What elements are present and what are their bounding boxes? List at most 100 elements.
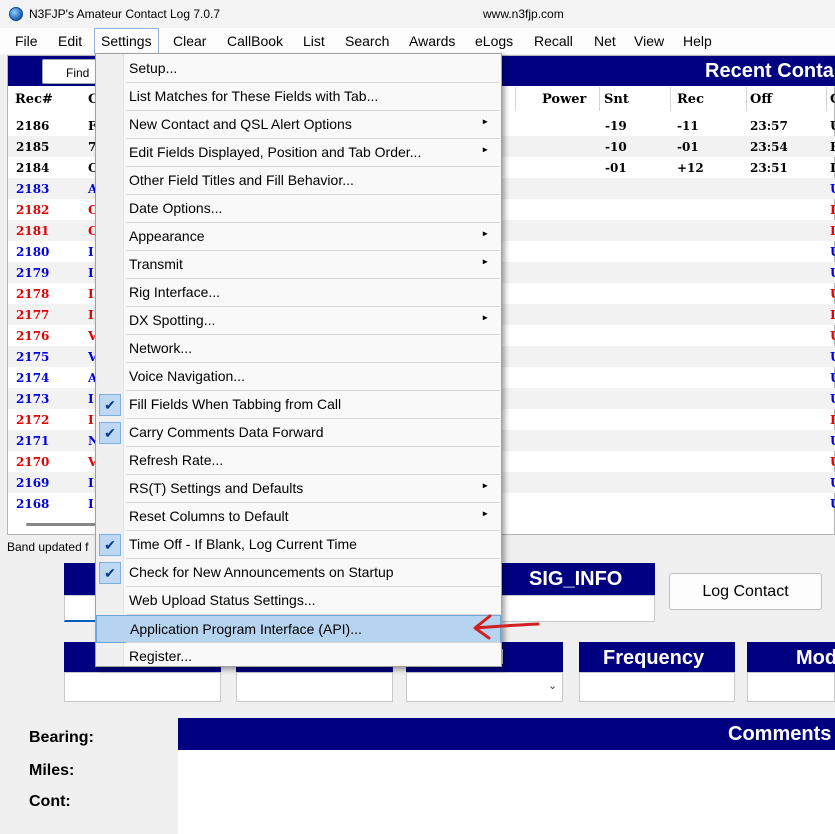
menu-item-list-matches-for-these-fields-with-tab[interactable]: List Matches for These Fields with Tab..… [96,83,501,111]
window-title: N3FJP's Amateur Contact Log 7.0.7 [29,7,221,21]
horizontal-scrollbar[interactable] [26,523,96,526]
cell-rec: 2185 [16,140,50,154]
menu-item-voice-navigation[interactable]: Voice Navigation... [96,363,501,391]
submenu-arrow-icon: ▶ [482,510,488,518]
menu-item-rs-t-settings-and-defaults[interactable]: RS(T) Settings and Defaults ▶ [96,475,501,503]
cell-country: U [830,245,835,259]
menu-item-label: Voice Navigation... [129,368,245,384]
menu-item-date-options[interactable]: Date Options... [96,195,501,223]
column-header-snt[interactable]: Snt [604,92,629,107]
cell-rec-report: -01 [677,140,699,154]
column-header-country[interactable]: C [830,92,835,107]
column-header-rec[interactable]: Rec# [15,92,53,107]
checkmark-icon: ✔ [99,422,121,444]
submenu-arrow-icon: ▶ [482,258,488,266]
frequency-field[interactable] [579,672,735,702]
field-2[interactable] [236,672,393,702]
submenu-arrow-icon: ▶ [482,118,488,126]
submenu-arrow-icon: ▶ [482,230,488,238]
menu-recall[interactable]: Recall [534,33,573,49]
menu-list[interactable]: List [303,33,325,49]
menu-item-network[interactable]: Network... [96,335,501,363]
column-header-rec-report[interactable]: Rec [677,92,704,107]
menu-awards[interactable]: Awards [409,33,455,49]
cell-country: U [830,392,835,406]
menu-item-register[interactable]: Register... [96,643,501,671]
menu-item-label: List Matches for These Fields with Tab..… [129,88,379,104]
band-select[interactable]: ⌄ [406,672,563,702]
checkmark-icon: ✔ [99,562,121,584]
comments-field[interactable] [178,750,835,834]
menu-elogs[interactable]: eLogs [475,33,513,49]
cell-country: U [830,434,835,448]
column-divider [826,87,827,111]
menu-callbook[interactable]: CallBook [227,33,283,49]
menu-item-transmit[interactable]: Transmit ▶ [96,251,501,279]
cell-snt: -10 [605,140,627,154]
menu-item-label: Appearance [129,228,205,244]
cell-rec: 2184 [16,161,50,175]
column-divider [599,87,600,111]
menu-edit[interactable]: Edit [58,33,82,49]
cell-country: I [830,413,835,427]
miles-label: Miles: [29,762,75,779]
cell-country: U [830,455,835,469]
bearing-label: Bearing: [29,729,94,746]
menu-net[interactable]: Net [594,33,616,49]
cell-off: 23:57 [750,119,788,133]
menu-item-fill-fields-when-tabbing-from-call[interactable]: ✔ Fill Fields When Tabbing from Call [96,391,501,419]
menu-item-label: Other Field Titles and Fill Behavior... [129,172,354,188]
log-contact-button[interactable]: Log Contact [669,573,822,610]
menu-item-web-upload-status-settings[interactable]: Web Upload Status Settings... [96,587,501,615]
menu-item-dx-spotting[interactable]: DX Spotting... ▶ [96,307,501,335]
cell-country: U [830,287,835,301]
menu-item-new-contact-and-qsl-alert-options[interactable]: New Contact and QSL Alert Options ▶ [96,111,501,139]
mode-label: Mod [796,647,835,669]
cell-rec: 2177 [16,308,50,322]
menu-settings[interactable]: Settings [94,28,159,54]
menu-item-label: Transmit [129,256,183,272]
sig-info-header: SIG_INFO [497,563,655,595]
menu-item-label: RS(T) Settings and Defaults [129,480,304,496]
menu-item-label: Application Program Interface (API)... [130,621,362,637]
menu-item-label: Reset Columns to Default [129,508,289,524]
menu-help[interactable]: Help [683,33,712,49]
cell-snt: -19 [605,119,627,133]
menu-item-label: Date Options... [129,200,223,216]
cell-rec: 2172 [16,413,50,427]
cell-rec: 2175 [16,350,50,364]
menu-item-setup[interactable]: Setup... [96,55,501,83]
menu-view[interactable]: View [634,33,664,49]
field-1[interactable] [64,672,221,702]
mode-field[interactable] [747,672,835,702]
cell-call: I [88,413,94,427]
menu-item-refresh-rate[interactable]: Refresh Rate... [96,447,501,475]
menu-item-reset-columns-to-default[interactable]: Reset Columns to Default ▶ [96,503,501,531]
cell-rec-report: -11 [677,119,699,133]
menu-item-appearance[interactable]: Appearance ▶ [96,223,501,251]
column-divider [515,87,516,111]
cell-country: U [830,371,835,385]
cell-rec: 2181 [16,224,50,238]
menu-item-check-for-new-announcements-on-startup[interactable]: ✔ Check for New Announcements on Startup [96,559,501,587]
checkmark-icon: ✔ [99,394,121,416]
menu-item-application-program-interface-api[interactable]: Application Program Interface (API)... [96,615,501,643]
menu-item-edit-fields-displayed-position-and-tab-order[interactable]: Edit Fields Displayed, Position and Tab … [96,139,501,167]
cell-country: U [830,329,835,343]
column-header-off[interactable]: Off [750,92,772,107]
cell-rec: 2169 [16,476,50,490]
menu-search[interactable]: Search [345,33,389,49]
menu-item-time-off-if-blank-log-current-time[interactable]: ✔ Time Off - If Blank, Log Current Time [96,531,501,559]
menu-clear[interactable]: Clear [173,33,206,49]
column-divider [670,87,671,111]
menu-file[interactable]: File [15,33,38,49]
menu-item-carry-comments-data-forward[interactable]: ✔ Carry Comments Data Forward [96,419,501,447]
menu-item-rig-interface[interactable]: Rig Interface... [96,279,501,307]
cell-rec: 2168 [16,497,50,511]
menu-item-other-field-titles-and-fill-behavior[interactable]: Other Field Titles and Fill Behavior... [96,167,501,195]
app-globe-icon [9,7,23,21]
cell-country: U [830,476,835,490]
column-header-power[interactable]: Power [542,92,586,107]
cell-call: I [88,497,94,511]
cell-country: U [830,119,835,133]
